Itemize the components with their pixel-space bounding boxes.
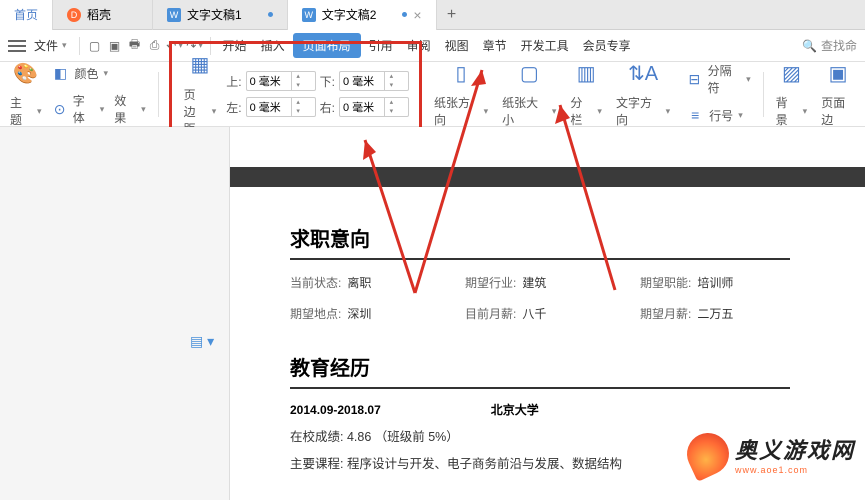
file-menu[interactable]: 文件▾ <box>28 33 73 58</box>
spinner-down-icon[interactable]: ▾ <box>292 107 305 116</box>
industry-value: 建筑 <box>522 274 546 291</box>
spinner-up-icon[interactable]: ▴ <box>385 98 398 107</box>
save-as-icon[interactable]: ▣ <box>106 37 124 55</box>
new-tab-button[interactable]: + <box>437 0 467 30</box>
spinner-up-icon[interactable]: ▴ <box>385 72 398 81</box>
effect-button[interactable]: 效果▾ <box>112 90 147 128</box>
search-box[interactable]: 🔍查找命 <box>802 37 857 54</box>
menu-chapter[interactable]: 章节 <box>477 33 513 58</box>
tab-docke[interactable]: D 稻壳 <box>53 0 153 30</box>
watermark: 奥义游戏网 www.aoe1.com <box>687 433 855 475</box>
separator <box>79 37 80 55</box>
margins-icon[interactable]: ▦ <box>185 50 215 80</box>
background-button[interactable]: 背景▾ <box>774 92 810 130</box>
margin-bottom-input[interactable]: ▴▾ <box>339 71 409 91</box>
color-icon: ◧ <box>49 62 71 84</box>
tab-doc2[interactable]: W 文字文稿2 × <box>288 0 437 30</box>
tab-docke-label: 稻壳 <box>87 6 111 23</box>
paper-direction-button[interactable]: 纸张方向▾ <box>432 92 490 130</box>
word-icon: W <box>302 8 316 22</box>
line-number-icon: ≡ <box>684 104 706 126</box>
position-label: 期望职能: <box>640 274 691 291</box>
menu-devtools[interactable]: 开发工具 <box>515 33 575 58</box>
columns-button[interactable]: 分栏▾ <box>568 92 604 130</box>
font-icon: ⊙ <box>49 98 69 120</box>
separator <box>158 72 159 117</box>
edu-period: 2014.09-2018.07北京大学 <box>290 401 825 418</box>
hamburger-icon[interactable] <box>8 40 26 52</box>
print-preview-icon[interactable]: ⎙ <box>146 37 164 55</box>
spinner-up-icon[interactable]: ▴ <box>292 72 305 81</box>
margin-bottom-label: 下: <box>320 73 335 90</box>
separator-button[interactable]: ⊟分隔符▾ <box>682 60 753 98</box>
docke-icon: D <box>67 8 81 22</box>
print-icon[interactable]: 🖶 <box>126 37 144 55</box>
separator <box>763 72 764 117</box>
close-icon[interactable]: × <box>413 7 421 23</box>
watermark-title: 奥义游戏网 <box>735 433 855 465</box>
font-button[interactable]: ⊙字体▾ <box>47 90 106 128</box>
salary-exp-value: 二万五 <box>697 305 733 322</box>
columns-icon[interactable]: ▥ <box>571 58 601 88</box>
paper-size-button[interactable]: 纸张大小▾ <box>500 92 558 130</box>
margin-right-label: 右: <box>320 99 335 116</box>
outline-icon[interactable]: ▤ ▾ <box>190 333 214 350</box>
page-border-button[interactable]: 页面边 <box>819 92 857 130</box>
location-value: 深圳 <box>347 305 371 322</box>
industry-label: 期望行业: <box>465 274 516 291</box>
separator-icon: ⊟ <box>684 68 704 90</box>
line-number-button[interactable]: ≡行号▾ <box>682 102 745 128</box>
background-icon[interactable]: ▨ <box>776 58 806 88</box>
menu-view[interactable]: 视图 <box>439 33 475 58</box>
watermark-url: www.aoe1.com <box>735 465 855 475</box>
spinner-down-icon[interactable]: ▾ <box>385 81 398 90</box>
position-value: 培训师 <box>697 274 733 291</box>
watermark-logo-icon <box>687 433 729 475</box>
menu-vip[interactable]: 会员专享 <box>577 33 637 58</box>
modified-dot-icon <box>268 12 273 17</box>
tab-doc1-label: 文字文稿1 <box>187 6 242 23</box>
salary-now-value: 八千 <box>522 305 546 322</box>
edu-school: 北京大学 <box>491 401 539 418</box>
spinner-down-icon[interactable]: ▾ <box>292 81 305 90</box>
location-label: 期望地点: <box>290 305 341 322</box>
theme-button[interactable]: 主题▾ <box>8 92 43 130</box>
save-icon[interactable]: ▢ <box>86 37 104 55</box>
paper-direction-icon[interactable]: ▯ <box>446 58 476 88</box>
color-button[interactable]: ◧颜色▾ <box>47 60 110 86</box>
page-border-icon[interactable]: ▣ <box>823 58 853 88</box>
theme-palette-icon[interactable]: 🎨 <box>11 58 41 88</box>
navigation-sidebar: ▤ ▾ <box>0 127 230 500</box>
text-direction-icon[interactable]: ⇅A <box>628 58 658 88</box>
resume-header-bar <box>230 167 865 187</box>
modified-dot-icon <box>402 12 407 17</box>
status-label: 当前状态: <box>290 274 341 291</box>
section-job-intent: 求职意向 <box>290 223 790 260</box>
margin-left-label: 左: <box>226 99 241 116</box>
chevron-down-icon: ▾ <box>62 40 67 51</box>
margin-right-input[interactable]: ▴▾ <box>339 97 409 117</box>
margin-left-input[interactable]: ▴▾ <box>246 97 316 117</box>
search-icon: 🔍 <box>802 39 817 53</box>
tab-home[interactable]: 首页 <box>0 0 53 30</box>
word-icon: W <box>167 8 181 22</box>
salary-now-label: 目前月薪: <box>465 305 516 322</box>
status-value: 离职 <box>347 274 371 291</box>
spinner-down-icon[interactable]: ▾ <box>385 107 398 116</box>
tab-home-label: 首页 <box>14 6 38 23</box>
margin-top-label: 上: <box>226 73 241 90</box>
spinner-up-icon[interactable]: ▴ <box>292 98 305 107</box>
salary-exp-label: 期望月薪: <box>640 305 691 322</box>
tab-doc1[interactable]: W 文字文稿1 <box>153 0 288 30</box>
tab-doc2-label: 文字文稿2 <box>322 6 377 23</box>
section-education: 教育经历 <box>290 352 790 389</box>
paper-size-icon[interactable]: ▢ <box>514 58 544 88</box>
margin-top-input[interactable]: ▴▾ <box>246 71 316 91</box>
text-direction-button[interactable]: 文字方向▾ <box>614 92 672 130</box>
